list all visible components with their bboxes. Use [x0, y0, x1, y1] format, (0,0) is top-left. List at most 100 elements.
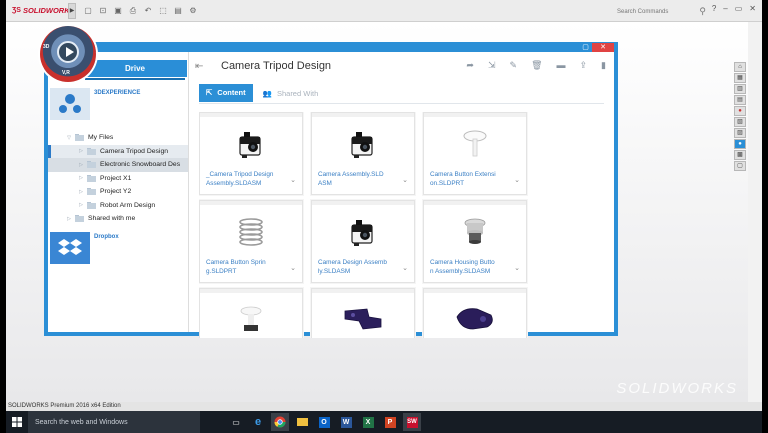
- undo-icon[interactable]: ↶: [142, 5, 154, 17]
- file-card-caption[interactable]: Camera Assembly.SLD ASM: [318, 170, 398, 188]
- new-document-icon[interactable]: ▢: [82, 5, 94, 17]
- tab-content[interactable]: ⇱ Content: [199, 84, 253, 102]
- rebuild-icon[interactable]: ▤: [172, 5, 184, 17]
- chevron-down-icon[interactable]: ⌄: [514, 264, 520, 272]
- outlook-icon[interactable]: O: [315, 413, 333, 431]
- drive-close-icon[interactable]: ✕: [592, 43, 614, 52]
- file-card-caption[interactable]: _Camera Tripod Design Assembly.SLDASM: [206, 170, 286, 188]
- search-commands[interactable]: Search Commands ⚲: [614, 5, 706, 18]
- housing-button-thumbnail[interactable]: [424, 208, 526, 256]
- task-pane-extra-icon[interactable]: ▢: [734, 161, 746, 171]
- open-in-icon[interactable]: ⇲: [488, 60, 496, 71]
- task-pane-library-icon[interactable]: ▥: [734, 84, 746, 94]
- tree-item[interactable]: ▷ Project X1: [48, 172, 188, 186]
- taskbar-search-input[interactable]: Search the web and Windows: [35, 419, 128, 426]
- service-3dexperience[interactable]: 3DEXPERIENCE: [48, 84, 188, 124]
- tree-item[interactable]: ▷ Camera Tripod Design: [48, 144, 188, 158]
- tree-item[interactable]: ▷ Shared with me: [48, 212, 188, 226]
- new-folder-icon[interactable]: ▬: [557, 60, 566, 71]
- file-card-caption[interactable]: Camera Housing Butto n Assembly.SLDASM: [430, 258, 510, 276]
- file-card-caption[interactable]: Camera Design Assemb ly.SLDASM: [318, 258, 398, 276]
- collapsed-caret-icon[interactable]: ▷: [78, 148, 84, 154]
- camera-assembly-thumbnail[interactable]: [312, 208, 414, 256]
- search-commands-input[interactable]: Search Commands: [614, 6, 696, 18]
- task-pane-home-icon[interactable]: ⌂: [734, 62, 746, 72]
- solidworks-taskbar-icon[interactable]: SW: [403, 413, 421, 431]
- task-pane-3dexperience-icon[interactable]: ●: [734, 139, 746, 149]
- drive-tab[interactable]: Drive: [83, 60, 187, 80]
- camera-assembly-thumbnail[interactable]: [312, 120, 414, 168]
- menu-expand-arrow-icon[interactable]: ▶: [68, 2, 76, 19]
- file-explorer-icon[interactable]: [293, 413, 311, 431]
- word-icon[interactable]: W: [337, 413, 355, 431]
- excel-icon[interactable]: X: [359, 413, 377, 431]
- collapsed-caret-icon[interactable]: ▷: [78, 162, 84, 168]
- file-card[interactable]: _Camera Tripod Design Assembly.SLDASM ⌄: [199, 112, 303, 195]
- windows-start-icon[interactable]: [6, 411, 28, 433]
- help-icon[interactable]: ?: [712, 4, 716, 13]
- file-card[interactable]: Camera Assembly.SLD ASM ⌄: [311, 112, 415, 195]
- pin-icon[interactable]: ▮: [601, 60, 606, 71]
- clamp-thumbnail[interactable]: [424, 296, 526, 338]
- minimize-icon[interactable]: –: [723, 4, 727, 13]
- solidworks-logo[interactable]: ƷS SOLIDWORKS: [6, 6, 75, 15]
- task-pane-resources-icon[interactable]: ▦: [734, 73, 746, 83]
- open-folder-icon[interactable]: ⊡: [97, 5, 109, 17]
- close-icon[interactable]: ✕: [749, 4, 756, 13]
- knob-thumbnail[interactable]: [200, 296, 302, 338]
- chevron-down-icon[interactable]: ⌄: [290, 176, 296, 184]
- camera-assembly-thumbnail[interactable]: [200, 120, 302, 168]
- file-card-caption[interactable]: Camera Button Sprin g.SLDPRT: [206, 258, 286, 276]
- chevron-down-icon[interactable]: ⌄: [290, 264, 296, 272]
- collapse-sidebar-icon[interactable]: ⇤: [195, 61, 207, 72]
- task-view-icon[interactable]: ▭: [227, 413, 245, 431]
- file-card[interactable]: Camera Housing Butto n Assembly.SLDASM ⌄: [423, 200, 527, 283]
- collapsed-caret-icon[interactable]: ▷: [66, 216, 72, 222]
- delete-trash-icon[interactable]: 🗑: [531, 60, 542, 71]
- restore-icon[interactable]: ▭: [735, 4, 743, 13]
- upload-icon[interactable]: ⇪: [580, 60, 588, 71]
- file-card[interactable]: Camera Button Sprin g.SLDPRT ⌄: [199, 200, 303, 283]
- compass-play-icon[interactable]: [57, 41, 79, 63]
- edit-pencil-icon[interactable]: ✎: [510, 60, 518, 71]
- chevron-down-icon[interactable]: ⌄: [402, 176, 408, 184]
- tree-item[interactable]: ▽ My Files: [48, 131, 188, 145]
- save-icon[interactable]: ▣: [112, 5, 124, 17]
- print-icon[interactable]: ⎙: [127, 5, 139, 17]
- options-gear-icon[interactable]: ⚙: [187, 5, 199, 17]
- chevron-down-icon[interactable]: ⌄: [402, 264, 408, 272]
- share-icon[interactable]: ➦: [466, 60, 474, 71]
- service-dropbox[interactable]: Dropbox: [48, 228, 188, 268]
- task-pane-appearance-icon[interactable]: ●: [734, 106, 746, 116]
- tree-item[interactable]: ▷ Project Y2: [48, 185, 188, 199]
- select-icon[interactable]: ⬚: [157, 5, 169, 17]
- collapsed-caret-icon[interactable]: ▷: [78, 202, 84, 208]
- tree-item[interactable]: ▷ Robot Arm Design: [48, 199, 188, 213]
- task-pane-solidworks-forum-icon[interactable]: ▩: [734, 150, 746, 160]
- powerpoint-icon[interactable]: P: [381, 413, 399, 431]
- spring-thumbnail[interactable]: [200, 208, 302, 256]
- task-pane-view-palette-icon[interactable]: ▧: [734, 117, 746, 127]
- tab-shared-with[interactable]: 👥 Shared With: [263, 89, 319, 98]
- file-card[interactable]: [311, 288, 415, 338]
- file-card[interactable]: Camera Design Assemb ly.SLDASM ⌄: [311, 200, 415, 283]
- expanded-caret-icon[interactable]: ▽: [66, 135, 72, 141]
- collapsed-caret-icon[interactable]: ▷: [78, 175, 84, 181]
- file-card[interactable]: [199, 288, 303, 338]
- bracket-thumbnail[interactable]: [312, 296, 414, 338]
- 3d-compass[interactable]: 3D V,R: [40, 26, 96, 82]
- task-pane-explorer-icon[interactable]: ▤: [734, 95, 746, 105]
- file-card[interactable]: Camera Button Extensi on.SLDPRT ⌄: [423, 112, 527, 195]
- file-card-caption[interactable]: Camera Button Extensi on.SLDPRT: [430, 170, 510, 188]
- button-extension-thumbnail[interactable]: [424, 120, 526, 168]
- file-card[interactable]: [423, 288, 527, 338]
- task-pane-custom-properties-icon[interactable]: ▨: [734, 128, 746, 138]
- collapsed-caret-icon[interactable]: ▷: [78, 189, 84, 195]
- edge-icon[interactable]: e: [249, 413, 267, 431]
- drive-restore-icon[interactable]: ▢: [580, 43, 591, 52]
- chrome-icon[interactable]: [271, 413, 289, 431]
- tree-item[interactable]: ▷ Electronic Snowboard Des: [48, 158, 188, 172]
- chevron-down-icon[interactable]: ⌄: [514, 176, 520, 184]
- search-icon[interactable]: ⚲: [699, 6, 706, 17]
- taskbar-search-box[interactable]: Search the web and Windows: [28, 411, 200, 433]
